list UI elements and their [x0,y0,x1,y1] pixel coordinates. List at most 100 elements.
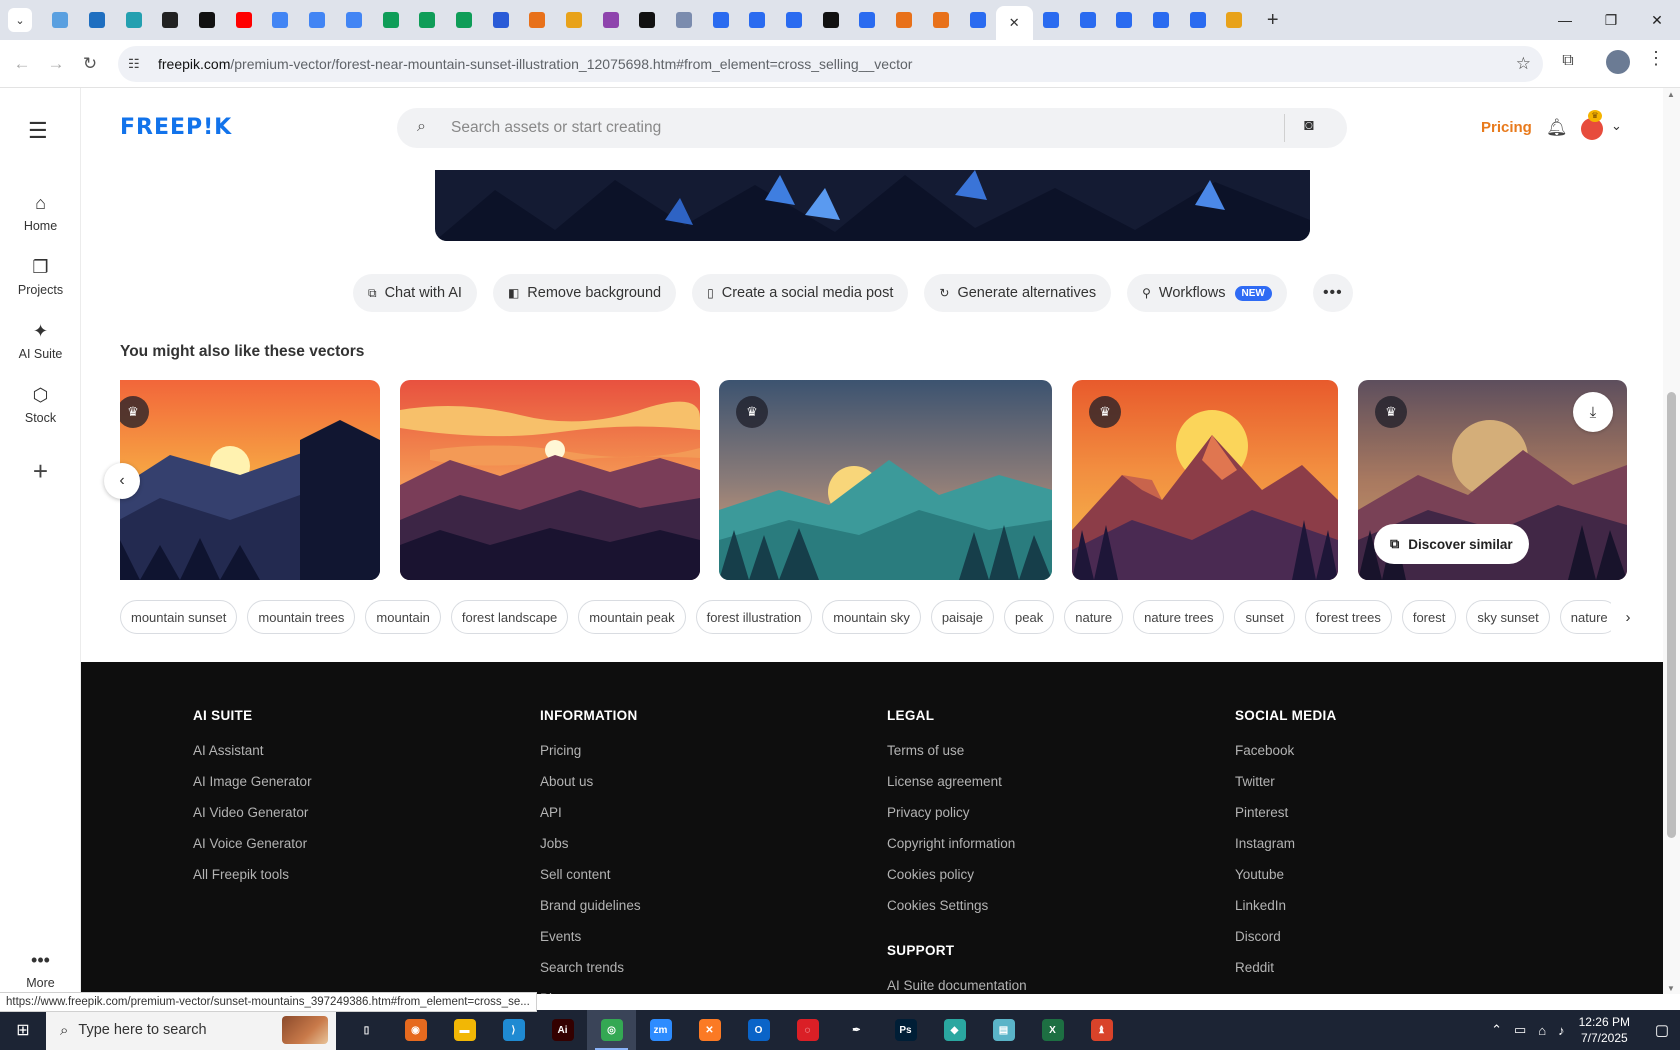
taskbar-app[interactable]: ◉ [391,1010,440,1050]
browser-menu-icon[interactable]: ⋮ [1646,48,1666,69]
browser-tab[interactable] [812,4,849,36]
tag-chip[interactable]: mountain [365,600,441,634]
browser-tab[interactable] [482,4,519,36]
taskbar-app[interactable]: O [734,1010,783,1050]
more-actions-button[interactable]: ••• [1312,274,1353,312]
tag-chip[interactable]: forest trees [1304,600,1392,634]
extensions-icon[interactable]: ⧉ [1554,47,1582,75]
taskbar-app[interactable]: ⟩ [489,1010,538,1050]
bookmark-star-icon[interactable]: ☆ [1516,54,1531,74]
rail-item-more[interactable]: ••• More [0,950,81,990]
close-tab-icon[interactable]: ✕ [1009,15,1020,31]
notification-bell-icon[interactable]: 🔔︎ [1546,118,1568,138]
browser-tab[interactable] [409,4,446,36]
browser-tab[interactable] [556,4,593,36]
related-card[interactable] [400,380,700,580]
url-text[interactable]: freepik.com/premium-vector/forest-near-m… [158,56,912,72]
taskbar-app[interactable]: ◎ [587,1010,636,1050]
discover-similar-button[interactable]: ⧉ Discover similar [1374,524,1529,564]
footer-link[interactable]: Blog [540,991,641,994]
reload-icon[interactable]: ↻ [73,47,107,81]
related-card[interactable]: ♛ [120,380,380,580]
hamburger-menu-icon[interactable]: ☰ [28,118,48,144]
freepik-logo[interactable]: FREEP!K [120,115,232,140]
omnibox[interactable]: ☷ freepik.com/premium-vector/forest-near… [118,46,1543,82]
search-input[interactable] [451,114,1251,142]
footer-link[interactable]: Jobs [540,836,641,867]
browser-tab[interactable] [959,4,996,36]
footer-link[interactable]: Cookies policy [887,867,1027,898]
footer-link[interactable]: AI Voice Generator [193,836,312,867]
footer-link[interactable]: Pinterest [1235,805,1337,836]
minimize-icon[interactable]: — [1542,0,1588,40]
browser-tab[interactable] [299,4,336,36]
taskbar-app[interactable]: ✒ [832,1010,881,1050]
chevron-down-icon[interactable]: ⌄ [1611,118,1622,134]
browser-tab[interactable] [592,4,629,36]
workflows-button[interactable]: ⚲ Workflows NEW [1127,274,1287,312]
tag-chip[interactable]: forest [1401,600,1457,634]
browser-tab[interactable] [629,4,666,36]
close-window-icon[interactable]: ✕ [1634,0,1680,40]
browser-tab-active[interactable]: ✕ [995,6,1033,40]
tag-chip[interactable]: nature [1559,600,1619,634]
rail-item-projects[interactable]: ❐ Projects [0,257,81,297]
taskbar-app[interactable]: Ps [881,1010,930,1050]
pricing-link[interactable]: Pricing [1481,119,1532,136]
footer-link[interactable]: AI Video Generator [193,805,312,836]
footer-link[interactable]: Events [540,929,641,960]
tag-chip[interactable]: nature trees [1133,600,1225,634]
browser-tab[interactable] [42,4,79,36]
browser-tab[interactable] [1033,4,1070,36]
taskbar-app[interactable]: ✕ [685,1010,734,1050]
footer-link[interactable]: Search trends [540,960,641,991]
taskbar-app[interactable]: zm [636,1010,685,1050]
tag-chip[interactable]: paisaje [930,600,995,634]
tag-chip[interactable]: forest illustration [695,600,813,634]
browser-tab[interactable] [372,4,409,36]
browser-tab[interactable] [923,4,960,36]
rail-item-stock[interactable]: ⬡ Stock [0,385,81,425]
user-avatar[interactable]: ♛ [1581,110,1603,140]
footer-link[interactable]: AI Image Generator [193,774,312,805]
browser-tab[interactable] [152,4,189,36]
tag-chip[interactable]: sky sunset [1466,600,1550,634]
browser-tab[interactable] [1143,4,1180,36]
footer-link[interactable]: Discord [1235,929,1337,960]
camera-search-icon[interactable]: ◙ [1304,117,1314,135]
footer-link[interactable]: Terms of use [887,743,1027,774]
taskbar-app[interactable]: ▬ [440,1010,489,1050]
footer-link[interactable]: Brand guidelines [540,898,641,929]
tag-chip[interactable]: mountain trees [247,600,356,634]
browser-tab[interactable] [262,4,299,36]
forward-icon[interactable]: → [39,47,73,81]
footer-link[interactable]: Reddit [1235,960,1337,991]
taskbar-search-input[interactable] [78,1022,259,1038]
footer-link[interactable]: Youtube [1235,867,1337,898]
download-icon[interactable]: ⤓ [1573,392,1613,432]
footer-link[interactable]: Privacy policy [887,805,1027,836]
footer-link[interactable]: LinkedIn [1235,898,1337,929]
scroll-down-icon[interactable]: ▼ [1667,984,1675,993]
tag-chip[interactable]: peak [1004,600,1055,634]
tag-chip[interactable]: mountain sky [822,600,921,634]
back-icon[interactable]: ← [5,47,39,81]
taskbar-app[interactable]: ▯ [342,1010,391,1050]
tag-chip[interactable]: sunset [1234,600,1295,634]
remove-background-button[interactable]: ◧ Remove background [492,274,677,312]
page-scrollbar[interactable]: ▲ ▼ [1663,88,1680,994]
rail-item-ai-suite[interactable]: ✦ AI Suite [0,321,81,361]
browser-tab[interactable] [336,4,373,36]
taskbar-app[interactable]: ▤ [979,1010,1028,1050]
browser-tab[interactable] [666,4,703,36]
meet-now-icon[interactable]: ▭ [1514,1022,1526,1038]
profile-avatar[interactable] [1606,50,1630,74]
browser-tab[interactable] [702,4,739,36]
tag-chip[interactable]: mountain sunset [120,600,238,634]
footer-link[interactable]: Sell content [540,867,641,898]
network-icon[interactable]: ⌂ [1538,1023,1546,1038]
restore-icon[interactable]: ❐ [1588,0,1634,40]
taskbar-app[interactable]: ◌ [783,1010,832,1050]
footer-link[interactable]: About us [540,774,641,805]
browser-tab[interactable] [739,4,776,36]
